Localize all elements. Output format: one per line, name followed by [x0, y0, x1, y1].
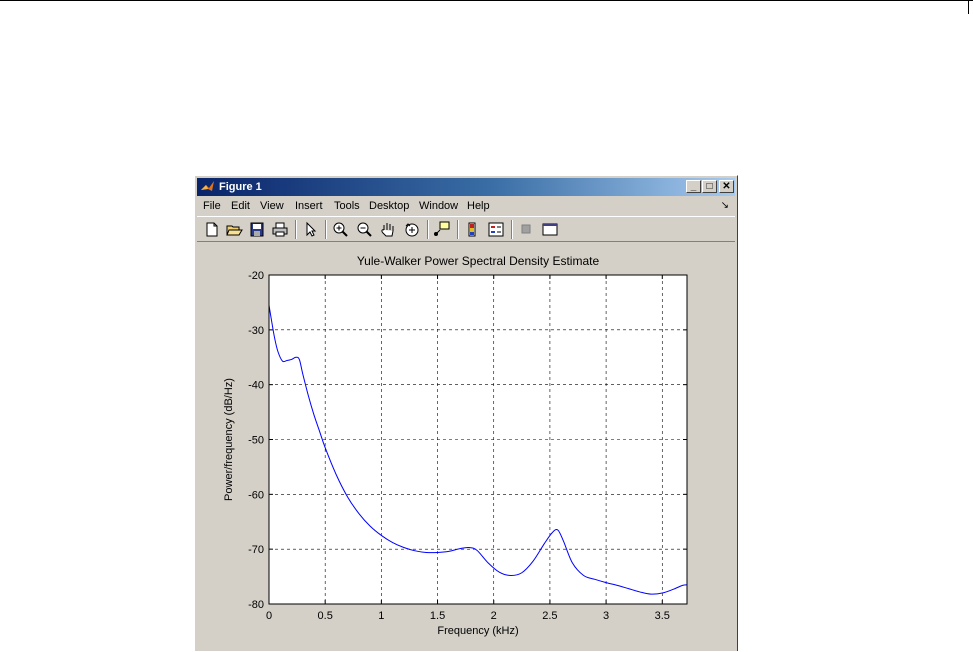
- y-tick-label: -20: [248, 270, 264, 282]
- hide-plot-tools-icon[interactable]: [517, 221, 535, 238]
- x-tick-label: 2.5: [542, 610, 557, 622]
- y-tick-label: -80: [248, 599, 264, 611]
- toolbar-separator: [295, 220, 297, 239]
- toolbar-separator: [511, 220, 513, 239]
- menu-file[interactable]: File: [203, 200, 221, 212]
- menu-window[interactable]: Window: [419, 200, 458, 212]
- toolbar-separator: [427, 220, 429, 239]
- dock-arrow-icon[interactable]: ↘: [721, 200, 729, 211]
- edit-plot-arrow-icon[interactable]: [301, 221, 319, 238]
- plot-area: 0 0.5 1 1.5 2 2.5 3 3.5 -80 -70 -60 -50 -40 -30 -20 Yu…: [195, 242, 737, 652]
- title-bar[interactable]: Figure 1 _ □ ✕: [197, 178, 735, 196]
- save-icon[interactable]: [248, 221, 266, 238]
- page-top-rule: [0, 0, 973, 1]
- menu-desktop[interactable]: Desktop: [369, 200, 409, 212]
- zoom-in-icon[interactable]: [331, 221, 349, 238]
- figure-window: Figure 1 _ □ ✕ File Edit View Insert Too…: [194, 175, 738, 651]
- matlab-logo-icon: [201, 181, 214, 191]
- menu-help[interactable]: Help: [467, 200, 490, 212]
- menu-view[interactable]: View: [260, 200, 284, 212]
- x-tick-label: 1.5: [430, 610, 445, 622]
- menu-edit[interactable]: Edit: [231, 200, 250, 212]
- x-tick-label: 1: [378, 610, 384, 622]
- psd-chart[interactable]: 0 0.5 1 1.5 2 2.5 3 3.5 -80 -70 -60 -50 -40 -30 -20 Yu…: [195, 242, 737, 652]
- insert-colorbar-icon[interactable]: [463, 221, 481, 238]
- show-plot-tools-icon[interactable]: [541, 221, 559, 238]
- menu-tools[interactable]: Tools: [334, 200, 360, 212]
- y-axis-label: Power/frequency (dB/Hz): [223, 378, 235, 501]
- x-tick-label: 3: [603, 610, 609, 622]
- y-tick-label: -70: [248, 544, 264, 556]
- toolbar-separator: [325, 220, 327, 239]
- y-tick-label: -50: [248, 435, 264, 447]
- maximize-button[interactable]: □: [702, 180, 717, 193]
- x-tick-label: 3.5: [655, 610, 670, 622]
- minimize-button[interactable]: _: [686, 180, 701, 193]
- close-button[interactable]: ✕: [719, 180, 734, 193]
- rotate-3d-icon[interactable]: [403, 221, 421, 238]
- x-tick-label: 2: [491, 610, 497, 622]
- data-cursor-icon[interactable]: [433, 221, 451, 238]
- y-tick-label: -60: [248, 489, 264, 501]
- x-tick-label: 0: [266, 610, 272, 622]
- open-file-icon[interactable]: [225, 221, 243, 238]
- toolbar-separator: [457, 220, 459, 239]
- x-tick-label: 0.5: [318, 610, 333, 622]
- x-axis-label: Frequency (kHz): [437, 625, 518, 637]
- menu-bar: File Edit View Insert Tools Desktop Wind…: [197, 197, 735, 215]
- window-title: Figure 1: [219, 181, 262, 193]
- pan-hand-icon[interactable]: [379, 221, 397, 238]
- zoom-out-icon[interactable]: [355, 221, 373, 238]
- print-icon[interactable]: [271, 221, 289, 238]
- y-tick-label: -30: [248, 325, 264, 337]
- page-corner-mark: [968, 0, 969, 14]
- chart-title: Yule-Walker Power Spectral Density Estim…: [357, 254, 600, 268]
- figure-toolbar: [197, 216, 735, 242]
- new-figure-icon[interactable]: [203, 221, 221, 238]
- menu-insert[interactable]: Insert: [295, 200, 323, 212]
- y-tick-label: -40: [248, 380, 264, 392]
- insert-legend-icon[interactable]: [487, 221, 505, 238]
